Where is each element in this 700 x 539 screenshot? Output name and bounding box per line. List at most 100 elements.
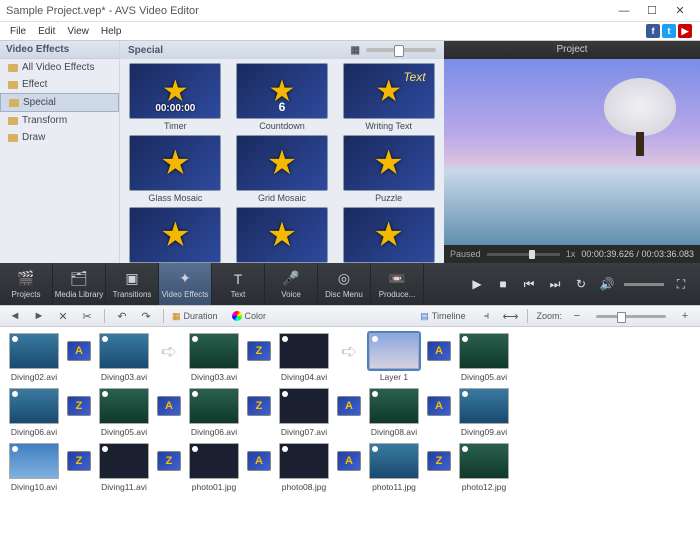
transition-slot[interactable]: Z [246,388,272,424]
clip-photo11[interactable]: photo11.jpg [366,443,422,492]
twitter-icon[interactable]: t [662,24,676,38]
clip-diving08[interactable]: Diving08.avi [366,388,422,437]
zoom-slider[interactable] [596,315,666,318]
prev-frame-button[interactable]: ⏮ [520,277,538,292]
folder-icon [8,117,18,125]
nav-forward-button[interactable]: ► [30,308,48,324]
ribbon-projects[interactable]: 🎬Projects [0,263,53,305]
clip-photo08[interactable]: photo08.jpg [276,443,332,492]
folder-icon [8,64,18,72]
clip-diving04[interactable]: Diving04.avi [276,333,332,382]
grid-view-icon[interactable]: ▦ [351,45,360,56]
effect-snow[interactable]: ★Snow [124,207,227,263]
clip-photo12[interactable]: photo12.jpg [456,443,512,492]
transition-slot[interactable]: Z [66,388,92,424]
ribbon-voice[interactable]: 🎤Voice [265,263,318,305]
duration-tool[interactable]: ▦ Duration [172,311,218,322]
transition-slot[interactable]: A [426,333,452,369]
ribbon-media-library[interactable]: 🗂Media Library [53,263,106,305]
menu-edit[interactable]: Edit [32,24,61,39]
effect-canvas[interactable]: ★Canvas [337,207,440,263]
volume-slider[interactable] [624,283,664,286]
seek-slider[interactable] [487,253,560,256]
clip-diving05[interactable]: Diving05.avi [96,388,152,437]
effect-countdown[interactable]: ★6Countdown [231,63,334,131]
transition-slot[interactable]: A [66,333,92,369]
window-close-button[interactable]: ✕ [666,2,694,20]
clip-layer 1[interactable]: Layer 1 [366,333,422,382]
transition-placeholder[interactable]: ➪ [336,333,362,369]
transition-slot[interactable]: Z [156,443,182,479]
main-ribbon: 🎬Projects🗂Media Library▣Transitions✦Vide… [0,263,700,305]
timeline-toggle[interactable]: ▤ Timeline [420,311,465,322]
transition-slot[interactable]: A [426,388,452,424]
fit-view-icon[interactable]: ⟷ [501,308,519,324]
transition-slot[interactable]: Z [66,443,92,479]
transition-slot[interactable]: Z [426,443,452,479]
loop-button[interactable]: ↻ [572,277,590,291]
ribbon-transitions[interactable]: ▣Transitions [106,263,159,305]
stop-button[interactable]: ■ [494,277,512,291]
ribbon-produce-[interactable]: 📼Produce... [371,263,424,305]
produce--icon: 📼 [387,270,407,288]
transition-slot[interactable]: A [246,443,272,479]
effects-panel: Special ▦ ★00:00:00Timer★6Countdown★Text… [120,41,444,263]
clip-diving02[interactable]: Diving02.avi [6,333,62,382]
menu-view[interactable]: View [61,24,95,39]
sidebar-item-all-video-effects[interactable]: All Video Effects [0,59,119,76]
clip-diving09[interactable]: Diving09.avi [456,388,512,437]
ribbon-text[interactable]: TText [212,263,265,305]
effect-timer[interactable]: ★00:00:00Timer [124,63,227,131]
zoom-in-button[interactable]: + [676,308,694,324]
redo-button[interactable]: ↷ [137,308,155,324]
transition-placeholder[interactable]: ➪ [156,333,182,369]
storyboard[interactable]: Diving02.aviADiving03.avi➪Diving03.aviZD… [0,327,700,539]
zoom-out-button[interactable]: − [568,308,586,324]
clip-diving03[interactable]: Diving03.avi [96,333,152,382]
delete-button[interactable]: ✕ [54,308,72,324]
clip-photo01[interactable]: photo01.jpg [186,443,242,492]
mute-button[interactable]: 🔊 [598,277,616,291]
transition-slot[interactable]: A [156,388,182,424]
effect-grid-mosaic[interactable]: ★Grid Mosaic [231,135,334,203]
menu-file[interactable]: File [4,24,32,39]
preview-viewport[interactable] [444,59,700,245]
ribbon-disc-menu[interactable]: ◎Disc Menu [318,263,371,305]
clip-diving06[interactable]: Diving06.avi [6,388,62,437]
sidebar-item-special[interactable]: Special [0,93,119,112]
clip-diving11[interactable]: Diving11.avi [96,443,152,492]
transition-slot[interactable]: A [336,443,362,479]
zoom-label: Zoom: [536,311,562,321]
transition-slot[interactable]: Z [246,333,272,369]
next-frame-button[interactable]: ⏭ [546,277,564,292]
clip-diving05[interactable]: Diving05.avi [456,333,512,382]
ribbon-video-effects[interactable]: ✦Video Effects [159,263,212,305]
nav-back-button[interactable]: ◄ [6,308,24,324]
sidebar-item-draw[interactable]: Draw [0,129,119,146]
clip-diving10[interactable]: Diving10.avi [6,443,62,492]
effect-writing-text[interactable]: ★TextWriting Text [337,63,440,131]
color-tool[interactable]: Color [232,311,267,321]
effect-puzzle[interactable]: ★Puzzle [337,135,440,203]
trim-button[interactable]: ✂ [78,308,96,324]
clip-diving03[interactable]: Diving03.avi [186,333,242,382]
menu-help[interactable]: Help [95,24,128,39]
sidebar-item-transform[interactable]: Transform [0,112,119,129]
transition-slot[interactable]: A [336,388,362,424]
fullscreen-button[interactable]: ⛶ [672,277,690,292]
clip-diving07[interactable]: Diving07.avi [276,388,332,437]
sidebar-item-effect[interactable]: Effect [0,76,119,93]
media-library-icon: 🗂 [69,270,89,288]
voice-icon: 🎤 [281,270,301,288]
youtube-icon[interactable]: ▶ [678,24,692,38]
undo-button[interactable]: ↶ [113,308,131,324]
effect-glass-mosaic[interactable]: ★Glass Mosaic [124,135,227,203]
split-view-icon[interactable]: ⫞ [477,308,495,324]
window-maximize-button[interactable]: ☐ [638,2,666,20]
facebook-icon[interactable]: f [646,24,660,38]
window-minimize-button[interactable]: — [610,2,638,20]
thumb-size-slider[interactable] [366,48,436,52]
play-button[interactable]: ▶ [468,277,486,291]
effect-particles[interactable]: ★Particles [231,207,334,263]
clip-diving06[interactable]: Diving06.avi [186,388,242,437]
